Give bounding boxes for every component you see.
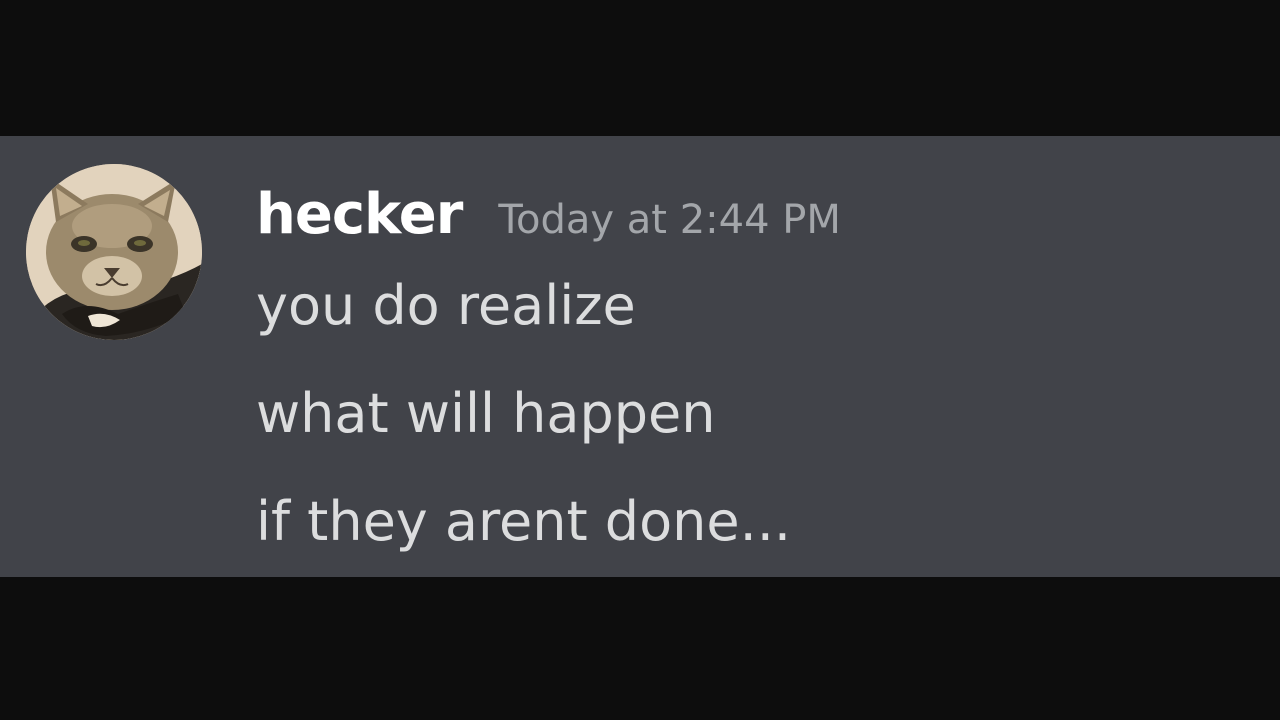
message-line: you do realize [256,274,636,337]
timestamp: Today at 2:44 PM [498,197,841,243]
message-line: what will happen [256,382,716,445]
username[interactable]: hecker [256,180,463,250]
letterbox-bottom [0,577,1280,720]
message-header: hecker Today at 2:44 PM [256,180,841,250]
chat-message: hecker Today at 2:44 PM you do realize w… [0,136,1280,577]
cat-avatar-icon[interactable] [26,164,202,340]
letterbox-top [0,0,1280,136]
message-line: if they arent done... [256,490,792,553]
